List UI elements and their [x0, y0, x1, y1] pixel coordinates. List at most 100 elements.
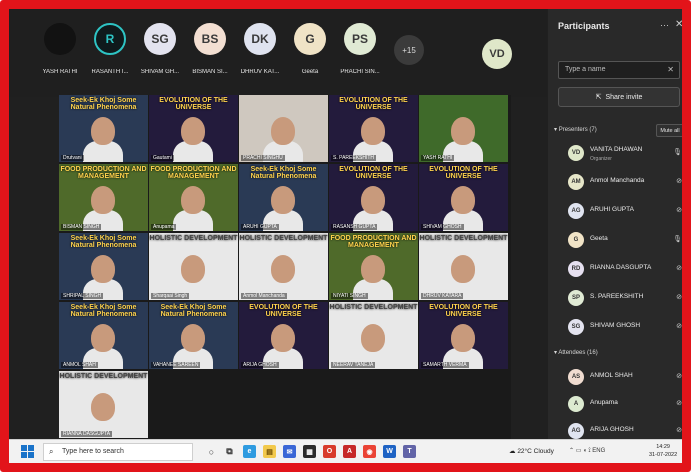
video-tile[interactable]: Seek-Ek Khoj Some Natural Phenomena ARUHI… — [239, 164, 328, 231]
participant-face — [271, 255, 295, 283]
participant-tile[interactable]: YASH RATHI — [37, 13, 83, 83]
presenters-section-toggle[interactable]: ▾ Presenters (7) — [554, 126, 597, 133]
avatar — [44, 23, 76, 55]
participant-face — [451, 186, 475, 214]
scrollbar[interactable] — [685, 121, 688, 241]
tile-caption: SHRIPAL SINGH — [61, 293, 104, 299]
mic-muted-icon[interactable]: 🎙 — [673, 148, 682, 156]
pdf-icon[interactable]: A — [343, 445, 356, 458]
edge-icon[interactable]: e — [243, 445, 256, 458]
presenter-row[interactable]: SP S. PAREEKSHITH ⊘ — [568, 288, 682, 312]
search-placeholder: Type a name — [565, 66, 606, 73]
avatar: G — [294, 23, 326, 55]
video-tile[interactable]: HOLISTIC DEVELOPMENT RIANNA DASGUPTA — [59, 371, 148, 438]
office-icon[interactable]: O — [323, 445, 336, 458]
video-tile[interactable]: HOLISTIC DEVELOPMENT Anmol Manchanda — [239, 233, 328, 300]
presenter-row[interactable]: G Geeta 🎙 — [568, 230, 682, 254]
video-tile[interactable]: EVOLUTION OF THE UNIVERSE S. PAREEKSHITH — [329, 95, 418, 162]
presenter-row[interactable]: AG ARUHI GUPTA ⊘ — [568, 201, 682, 225]
presenter-row[interactable]: RD RIANNA DASGUPTA ⊘ — [568, 259, 682, 283]
presenter-row[interactable]: AM Anmol Manchanda ⊘ — [568, 172, 682, 196]
avatar: RD — [568, 261, 584, 277]
tile-banner: FOOD PRODUCTION AND MANAGEMENT — [330, 235, 417, 249]
mic-muted-icon[interactable]: 🎙 — [673, 235, 682, 243]
video-tile[interactable]: Seek-Ek Khoj Some Natural Phenomena SHRIP… — [59, 233, 148, 300]
presenter-name: ARUHI GUPTA — [590, 206, 634, 213]
search-input[interactable]: Type a name ✕ — [558, 61, 680, 79]
mic-muted-icon[interactable]: ⊘ — [676, 399, 682, 407]
mic-muted-icon[interactable]: ⊘ — [676, 206, 682, 214]
search-circle-icon[interactable]: ○ — [205, 445, 218, 458]
video-tile[interactable]: Seek-Ek Khoj Some Natural Phenomena VAHAN… — [149, 302, 238, 369]
participant-tile[interactable]: G Geeta — [287, 13, 333, 83]
video-tile[interactable]: YASH RATHI — [419, 95, 508, 162]
participant-tile[interactable]: R RASANTH I... — [87, 13, 133, 83]
participant-tile[interactable]: SG SHIVAM GH... — [137, 13, 183, 83]
tile-banner: EVOLUTION OF THE UNIVERSE — [429, 304, 498, 318]
video-tile[interactable]: HOLISTIC DEVELOPMENT NEERAV TANEJA — [329, 302, 418, 369]
video-tile[interactable]: FOOD PRODUCTION AND MANAGEMENT BISMAN SIN… — [59, 164, 148, 231]
attendees-section-toggle[interactable]: ▾ Attendees (16) — [554, 349, 598, 356]
participant-tile[interactable]: BS BISMAN SI... — [187, 13, 233, 83]
attendee-row[interactable]: A Anupama ⊘ — [568, 394, 682, 418]
mic-muted-icon[interactable]: ⊘ — [676, 322, 682, 330]
mute-all-button[interactable]: Mute all — [656, 124, 682, 137]
taskbar-search-placeholder: Type here to search — [62, 448, 124, 455]
video-tile[interactable]: HOLISTIC DEVELOPMENT DHRUV KATARA — [419, 233, 508, 300]
tile-caption: RIANNA DASGUPTA — [61, 431, 113, 437]
tile-caption: Gautami — [151, 155, 174, 161]
share-icon: ⇱ — [595, 94, 602, 101]
more-options-icon[interactable]: ··· — [660, 20, 669, 30]
video-tile[interactable]: FOOD PRODUCTION AND MANAGEMENT Anupama — [149, 164, 238, 231]
share-invite-label: Share invite — [605, 93, 643, 101]
video-tile[interactable]: Seek-Ek Khoj Some Natural Phenomena Drutv… — [59, 95, 148, 162]
video-tile[interactable]: EVOLUTION OF THE UNIVERSE Gautami — [149, 95, 238, 162]
tile-caption: Anmol Manchanda — [241, 293, 287, 299]
system-tray[interactable]: ⌃ ▭ ◖ ⟟ ENG — [569, 447, 605, 455]
chrome-icon[interactable]: ◉ — [363, 445, 376, 458]
participant-face — [271, 117, 295, 145]
video-tile[interactable]: FOOD PRODUCTION AND MANAGEMENT NIYATI SIN… — [329, 233, 418, 300]
task-view-icon[interactable]: ⧉ — [223, 445, 236, 458]
file-explorer-icon[interactable]: ▤ — [263, 445, 276, 458]
mic-muted-icon[interactable]: ⊘ — [676, 264, 682, 272]
clear-icon[interactable]: ✕ — [667, 65, 674, 74]
tile-banner: FOOD PRODUCTION AND MANAGEMENT — [150, 166, 237, 180]
video-tile[interactable]: EVOLUTION OF THE UNIVERSE ARIJA GHOSH — [239, 302, 328, 369]
mic-muted-icon[interactable]: ⊘ — [676, 426, 682, 434]
presenter-row[interactable]: VD VANITA DHAWAN Organizer 🎙 — [568, 143, 682, 167]
attendee-row[interactable]: AS ANMOL SHAH ⊘ — [568, 367, 682, 391]
share-invite-button[interactable]: ⇱ Share invite — [558, 87, 680, 107]
tile-caption: VAHANEE SAREEN — [151, 362, 201, 368]
clock[interactable]: 14:29 31-07-2022 — [649, 443, 677, 459]
avatar: VD — [568, 145, 584, 161]
weather-text: 22°C Cloudy — [517, 448, 554, 455]
store-icon[interactable]: ▦ — [303, 445, 316, 458]
video-tile[interactable]: HOLISTIC DEVELOPMENT Sharqaai Singh — [149, 233, 238, 300]
tile-caption: NEERAV TANEJA — [331, 362, 376, 368]
more-participants-button[interactable]: +15 — [394, 35, 424, 65]
mail-icon[interactable]: ✉ — [283, 445, 296, 458]
taskbar-search-input[interactable]: ⌕ Type here to search — [43, 443, 193, 461]
mic-muted-icon[interactable]: ⊘ — [676, 293, 682, 301]
participant-tile[interactable]: DK DHRUV KAT... — [237, 13, 283, 83]
video-tile[interactable]: EVOLUTION OF THE UNIVERSE SAMARTH VERMA — [419, 302, 508, 369]
video-tile[interactable]: EVOLUTION OF THE UNIVERSE SHIVAM GHOSH — [419, 164, 508, 231]
mic-muted-icon[interactable]: ⊘ — [676, 372, 682, 380]
weather-widget[interactable]: ☁ 22°C Cloudy — [509, 447, 554, 455]
tile-caption: ARUHI GUPTA — [241, 224, 279, 230]
close-icon[interactable]: ✕ — [675, 19, 682, 30]
participant-tile[interactable]: PS PRACHI SIN... — [337, 13, 383, 83]
video-tile[interactable]: PRACHI SINGHU — [239, 95, 328, 162]
word-icon[interactable]: W — [383, 445, 396, 458]
teams-icon[interactable]: T — [403, 445, 416, 458]
video-tile[interactable]: EVOLUTION OF THE UNIVERSE RASANSH GUPTA — [329, 164, 418, 231]
presenter-name: Geeta — [590, 235, 608, 242]
presenter-row[interactable]: SG SHIVAM GHOSH ⊘ — [568, 317, 682, 341]
tile-caption: S. PAREEKSHITH — [331, 155, 377, 161]
self-avatar[interactable]: VD — [482, 39, 512, 69]
tile-caption: Anupama — [151, 224, 177, 230]
video-tile[interactable]: Seek-Ek Khoj Some Natural Phenomena ANMOL… — [59, 302, 148, 369]
windows-start-icon[interactable] — [21, 445, 34, 458]
mic-muted-icon[interactable]: ⊘ — [676, 177, 682, 185]
